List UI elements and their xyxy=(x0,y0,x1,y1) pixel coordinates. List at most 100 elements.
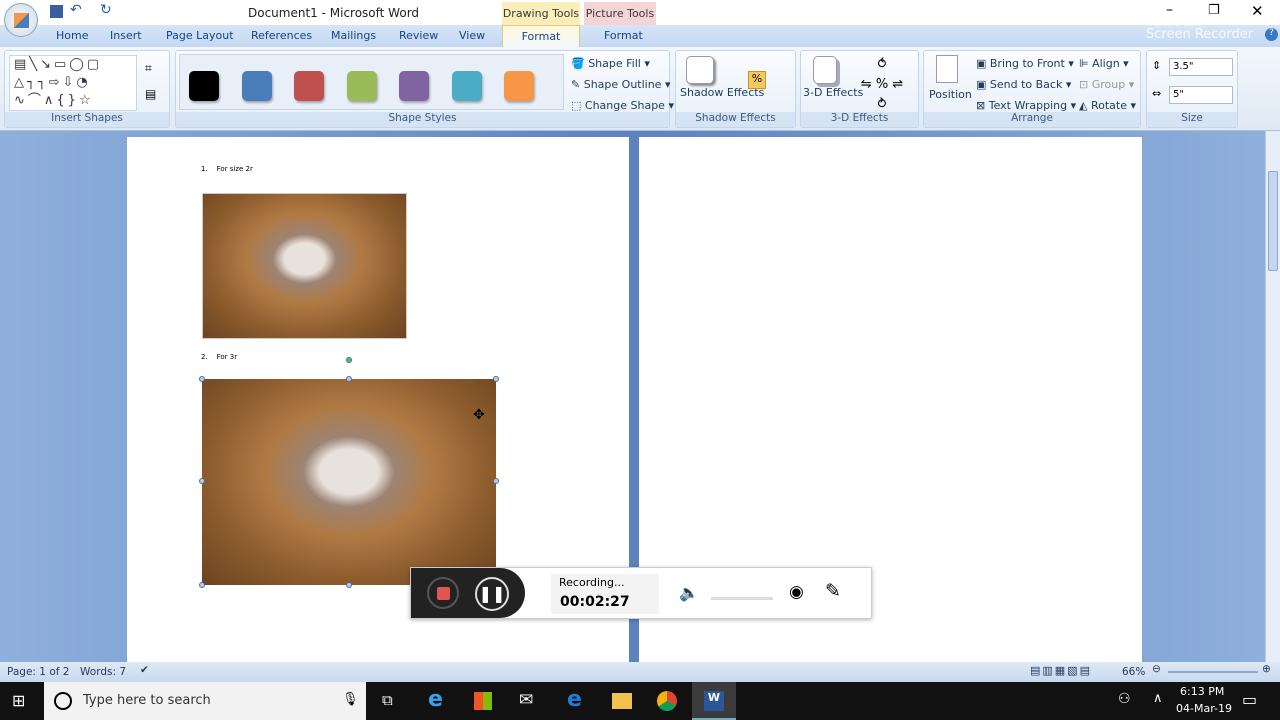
resize-handle[interactable] xyxy=(199,376,205,382)
align-button[interactable]: ⊫ Align ▾ xyxy=(1079,57,1129,70)
style-swatch-green[interactable] xyxy=(347,71,377,101)
zoom-in-button[interactable]: ⊕ xyxy=(1262,663,1271,675)
show-hidden-icons[interactable]: ∧ xyxy=(1153,691,1163,706)
edit-shape-icon[interactable]: ⌗ xyxy=(145,61,152,76)
microphone-icon[interactable]: 🎙 xyxy=(342,692,359,707)
webcam-icon[interactable]: ◉ xyxy=(789,582,804,602)
resize-handle[interactable] xyxy=(199,478,205,484)
edge-icon[interactable]: e xyxy=(567,687,582,712)
position-icon xyxy=(936,55,958,83)
notifications-icon[interactable]: ▭ xyxy=(1242,690,1257,709)
resize-handle[interactable] xyxy=(199,582,205,588)
resize-handle[interactable] xyxy=(493,376,499,382)
page-count[interactable]: Page: 1 of 2 xyxy=(7,666,69,678)
style-swatch-aqua[interactable] xyxy=(452,71,482,101)
text-box-icon[interactable]: ▤ xyxy=(145,87,156,101)
view-buttons[interactable]: ▤▥▦▧▤ xyxy=(1030,664,1092,677)
cat-image-small[interactable] xyxy=(202,193,407,339)
start-button[interactable]: ⊞ xyxy=(12,691,25,710)
file-explorer-icon[interactable] xyxy=(612,693,632,709)
task-view-icon[interactable]: ⧉ xyxy=(382,691,393,709)
tilt-icons[interactable]: ⥀ ⇋ % ⇌ ⥁ xyxy=(857,55,907,115)
size-group: ⇕ 3.5" ⇔ 5" Size xyxy=(1146,50,1238,128)
people-icon[interactable]: ⚇ xyxy=(1118,691,1131,707)
minimize-button[interactable]: – xyxy=(1166,2,1173,18)
audio-icon[interactable]: 🔈 xyxy=(679,583,699,602)
shapes-gallery[interactable]: ▤╲↘▭◯▢ △┐┐⇨⇩◔ ∿⌒∧{}☆ xyxy=(9,55,137,111)
style-swatch-blue[interactable] xyxy=(242,71,272,101)
group-button[interactable]: ⊡ Group ▾ xyxy=(1079,78,1134,91)
scroll-thumb[interactable] xyxy=(1268,171,1278,271)
tab-picture-format[interactable]: Format xyxy=(604,29,643,42)
pen-icon[interactable]: ✎ xyxy=(825,580,841,602)
clock-date[interactable]: 04-Mar-19 xyxy=(1176,702,1232,715)
help-icon[interactable]: ? xyxy=(1265,28,1278,41)
zoom-slider[interactable] xyxy=(1168,671,1258,673)
tab-home[interactable]: Home xyxy=(56,29,88,42)
shape-outline-button[interactable]: ✎ Shape Outline ▾ xyxy=(571,78,671,91)
office-button[interactable] xyxy=(4,3,38,37)
chrome-icon[interactable] xyxy=(657,691,677,711)
shape-outline-label: Shape Outline xyxy=(583,78,662,91)
shadow-nudge-icon[interactable]: % xyxy=(748,71,766,89)
rotate-button[interactable]: ◭ Rotate ▾ xyxy=(1079,99,1136,112)
tab-references[interactable]: References xyxy=(251,29,312,42)
rotation-handle[interactable] xyxy=(346,357,352,363)
word-taskbar-button[interactable]: W xyxy=(692,682,736,720)
tab-drawing-format[interactable]: Format xyxy=(502,25,580,47)
tab-insert[interactable]: Insert xyxy=(110,29,142,42)
save-icon[interactable] xyxy=(50,5,63,18)
tab-page-layout[interactable]: Page Layout xyxy=(166,29,234,42)
style-swatch-black[interactable] xyxy=(189,71,219,101)
style-swatch-red[interactable] xyxy=(294,71,324,101)
style-swatch-purple[interactable] xyxy=(399,71,429,101)
text-wrapping-button[interactable]: ⊠ Text Wrapping ▾ xyxy=(976,99,1076,112)
3d-effects-group: 3-D Effects ⥀ ⇋ % ⇌ ⥁ 3-D Effects xyxy=(800,50,919,128)
clock-time[interactable]: 6:13 PM xyxy=(1180,685,1224,698)
restore-button[interactable]: ❐ xyxy=(1208,3,1220,18)
undo-icon[interactable]: ↶ xyxy=(70,2,82,18)
shape-styles-group: 🪣 Shape Fill ▾ ✎ Shape Outline ▾ ⬚ Chang… xyxy=(175,50,674,128)
cat-image-selected[interactable] xyxy=(202,379,496,585)
search-box[interactable]: Type here to search 🎙 xyxy=(44,682,366,720)
style-swatch-orange[interactable] xyxy=(504,71,534,101)
store-icon[interactable] xyxy=(474,692,492,710)
group-label-text: Group xyxy=(1091,78,1126,91)
pause-button[interactable]: ❚❚ xyxy=(475,577,509,611)
ie-icon[interactable]: e xyxy=(428,687,443,712)
change-shape-button[interactable]: ⬚ Change Shape ▾ xyxy=(571,99,674,112)
3d-effects-button[interactable]: 3-D Effects xyxy=(803,87,863,99)
height-field[interactable]: 3.5" xyxy=(1169,58,1233,76)
shadow-effects-icon xyxy=(686,56,714,84)
position-button[interactable]: Position xyxy=(929,88,972,101)
mail-icon[interactable]: ✉ xyxy=(519,690,533,710)
bring-to-front-button[interactable]: ▣ Bring to Front ▾ xyxy=(976,57,1074,70)
send-to-back-button[interactable]: ▣ Send to Back ▾ xyxy=(976,78,1071,91)
close-button[interactable]: ✕ xyxy=(1251,2,1264,20)
zoom-out-button[interactable]: ⊖ xyxy=(1152,663,1161,675)
group-label: Insert Shapes xyxy=(5,112,169,127)
zoom-level[interactable]: 66% xyxy=(1122,666,1145,678)
list-item-2: 2. For 3r xyxy=(201,353,238,361)
tab-review[interactable]: Review xyxy=(399,29,438,42)
send-to-back-label: Send to Back xyxy=(989,78,1063,91)
volume-slider[interactable] xyxy=(711,597,773,600)
cortana-icon xyxy=(54,692,72,710)
proofing-icon[interactable]: ✔ xyxy=(140,664,149,676)
shape-fill-label: Shape Fill xyxy=(588,57,641,70)
resize-handle[interactable] xyxy=(346,582,352,588)
shape-fill-button[interactable]: 🪣 Shape Fill ▾ xyxy=(571,57,650,70)
vertical-scrollbar[interactable] xyxy=(1265,131,1280,662)
shadow-effects-button[interactable]: Shadow Effects xyxy=(680,87,764,99)
resize-handle[interactable] xyxy=(493,478,499,484)
tab-mailings[interactable]: Mailings xyxy=(331,29,376,42)
ribbon: ▤╲↘▭◯▢ △┐┐⇨⇩◔ ∿⌒∧{}☆ ⌗ ▤ Insert Shapes 🪣 S… xyxy=(0,47,1280,131)
stop-button[interactable] xyxy=(427,577,459,609)
arrange-group: Position ▣ Bring to Front ▾ ▣ Send to Ba… xyxy=(923,50,1141,128)
width-icon: ⇔ xyxy=(1152,87,1162,100)
resize-handle[interactable] xyxy=(346,376,352,382)
tab-view[interactable]: View xyxy=(459,29,485,42)
word-count[interactable]: Words: 7 xyxy=(80,666,126,678)
redo-icon[interactable]: ↻ xyxy=(100,2,112,18)
width-field[interactable]: 5" xyxy=(1169,86,1233,104)
